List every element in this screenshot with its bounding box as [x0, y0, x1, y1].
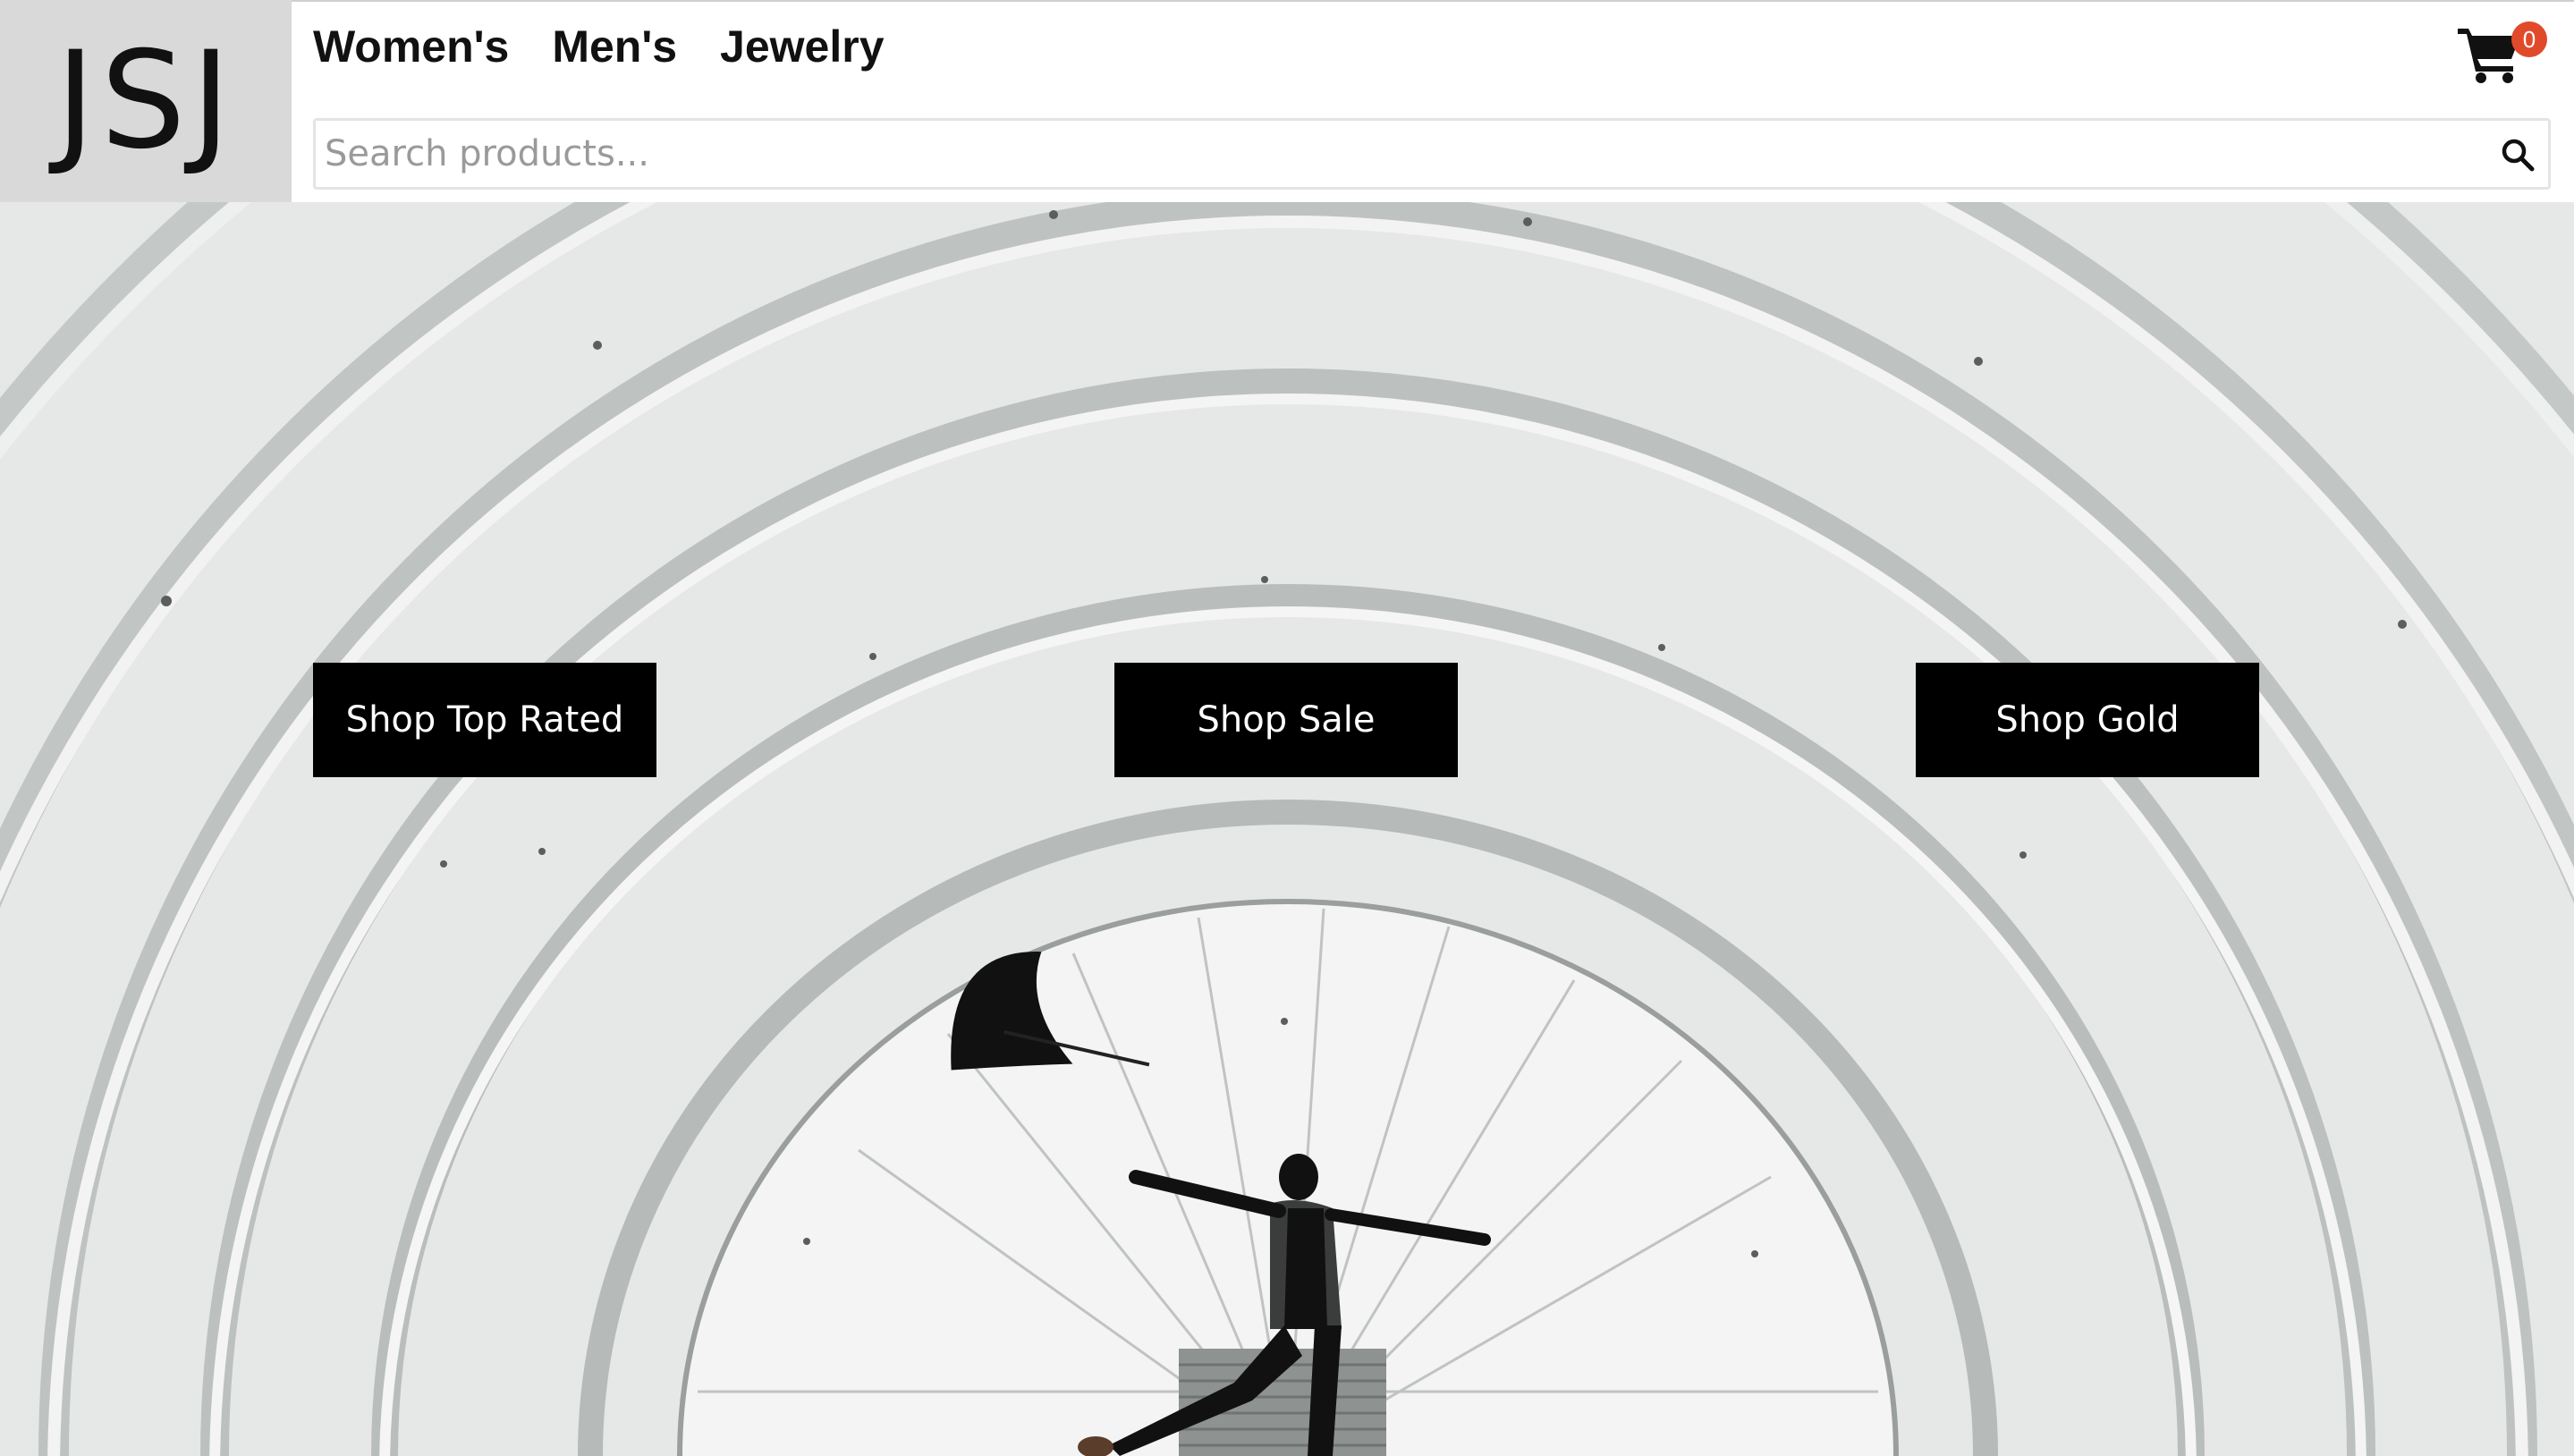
search-icon[interactable] — [2500, 137, 2536, 173]
hero-image — [0, 202, 2574, 1456]
main-nav: Women's Men's Jewelry — [313, 20, 885, 73]
cart-count-badge: 0 — [2511, 21, 2547, 57]
cart-button[interactable]: 0 — [2454, 16, 2547, 88]
logo-text: JSJ — [55, 23, 236, 179]
hero-banner: Shop Top Rated Shop Sale Shop Gold — [0, 202, 2574, 1456]
search-bar — [313, 118, 2551, 190]
nav-link-mens[interactable]: Men's — [552, 20, 677, 73]
shop-gold-button[interactable]: Shop Gold — [1916, 663, 2259, 777]
shop-sale-button[interactable]: Shop Sale — [1114, 663, 1458, 777]
nav-link-jewelry[interactable]: Jewelry — [720, 20, 884, 73]
header: Women's Men's Jewelry 0 — [292, 2, 2574, 202]
search-input[interactable] — [316, 121, 2480, 187]
nav-link-womens[interactable]: Women's — [313, 20, 509, 73]
logo[interactable]: JSJ — [0, 0, 292, 202]
shop-top-rated-button[interactable]: Shop Top Rated — [313, 663, 656, 777]
